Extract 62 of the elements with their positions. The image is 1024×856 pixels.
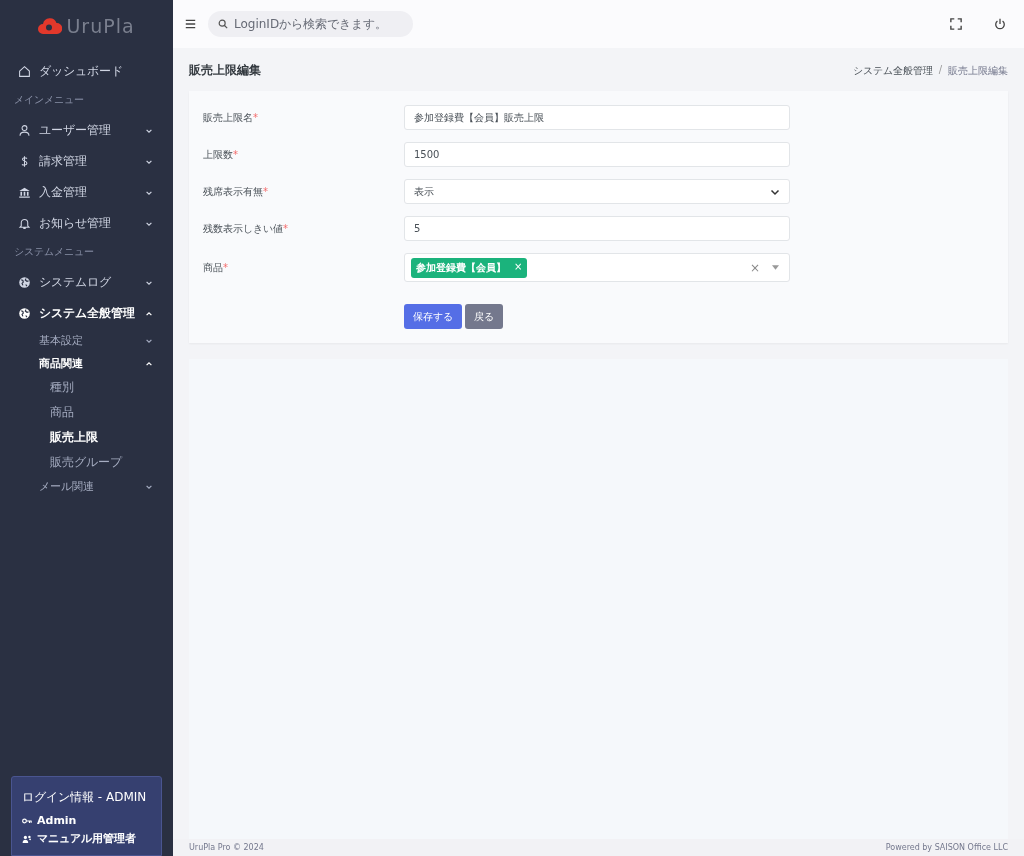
bank-icon <box>18 186 31 199</box>
globe-icon <box>18 276 31 289</box>
menu-icon[interactable] <box>185 19 196 29</box>
field-label: 上限数 <box>203 148 233 160</box>
sidebar-item[interactable]: 請求管理 <box>0 146 173 177</box>
page-title: 販売上限編集 <box>189 62 261 79</box>
chevron-up-icon <box>145 309 153 318</box>
submenu-item[interactable]: 基本設定 <box>0 329 173 352</box>
save-button[interactable]: 保存する <box>404 304 462 329</box>
required-mark: * <box>223 261 228 273</box>
breadcrumb-separator: / <box>938 63 942 77</box>
login-role: マニュアル用管理者 <box>37 831 136 846</box>
select-field[interactable]: 表示 <box>404 179 790 204</box>
field-label: 残数表示しきい値 <box>203 222 283 234</box>
search-field[interactable]: LoginIDから検索できます。 <box>208 11 413 37</box>
menu-heading: システムメニュー <box>13 245 95 259</box>
chevron-up-icon <box>145 359 153 368</box>
multi-select-field[interactable]: 参加登録費【会員】 × × <box>404 253 790 282</box>
breadcrumb-item[interactable]: システム全般管理 <box>852 63 933 78</box>
login-info-title: ログイン情報 - ADMIN <box>22 789 148 806</box>
required-mark: * <box>253 111 258 123</box>
sidebar-item[interactable]: システム全般管理 <box>0 298 173 329</box>
submenu-item[interactable]: 商品 <box>0 400 173 425</box>
footer-copyright: UruPla Pro © 2024 <box>189 843 264 852</box>
sidebar-item[interactable]: 入金管理 <box>0 177 173 208</box>
clear-button[interactable]: × <box>749 260 760 275</box>
field-label: 商品 <box>203 261 223 273</box>
sidebar-item[interactable]: お知らせ管理 <box>0 208 173 239</box>
text-field[interactable]: 1500 <box>404 142 790 167</box>
sidebar-item[interactable]: ダッシュボード <box>0 56 173 87</box>
submenu-item[interactable]: 商品関連 <box>0 352 173 375</box>
bell-icon <box>18 217 31 230</box>
back-button[interactable]: 戻る <box>465 304 503 329</box>
field-label: 残席表示有無 <box>203 185 263 197</box>
sidebar-item[interactable]: システムログ <box>0 267 173 298</box>
login-user: Admin <box>37 814 77 827</box>
submenu-item[interactable]: 種別 <box>0 375 173 400</box>
key-icon <box>22 816 32 825</box>
submenu-item[interactable]: 販売上限 <box>0 425 173 450</box>
field-label: 販売上限名 <box>203 111 253 123</box>
menu-heading: メインメニュー <box>13 93 85 107</box>
text-field[interactable]: 5 <box>404 216 790 241</box>
submenu-item[interactable]: メール関連 <box>0 475 173 498</box>
sidebar-item[interactable]: ユーザー管理 <box>0 115 173 146</box>
user-icon <box>18 124 31 137</box>
text-field[interactable]: 参加登録費【会員】販売上限 <box>404 105 790 130</box>
cloud-logo-icon <box>38 17 63 35</box>
required-mark: * <box>283 222 288 234</box>
breadcrumb-item: 販売上限編集 <box>948 63 1008 78</box>
required-mark: * <box>233 148 238 160</box>
submenu-item[interactable]: 販売グループ <box>0 450 173 475</box>
required-mark: * <box>263 185 268 197</box>
search-icon <box>218 19 228 29</box>
footer-credit: Powered by SAISON Office LLC <box>885 843 1008 852</box>
fullscreen-icon[interactable] <box>950 18 962 30</box>
selected-tag: 参加登録費【会員】 × <box>411 257 528 278</box>
globe-icon <box>18 307 31 320</box>
home-icon <box>18 65 31 78</box>
users-icon <box>22 834 32 843</box>
logo-text: UruPla <box>66 15 135 37</box>
power-icon[interactable] <box>994 18 1006 30</box>
dropdown-arrow-icon[interactable] <box>772 265 779 270</box>
